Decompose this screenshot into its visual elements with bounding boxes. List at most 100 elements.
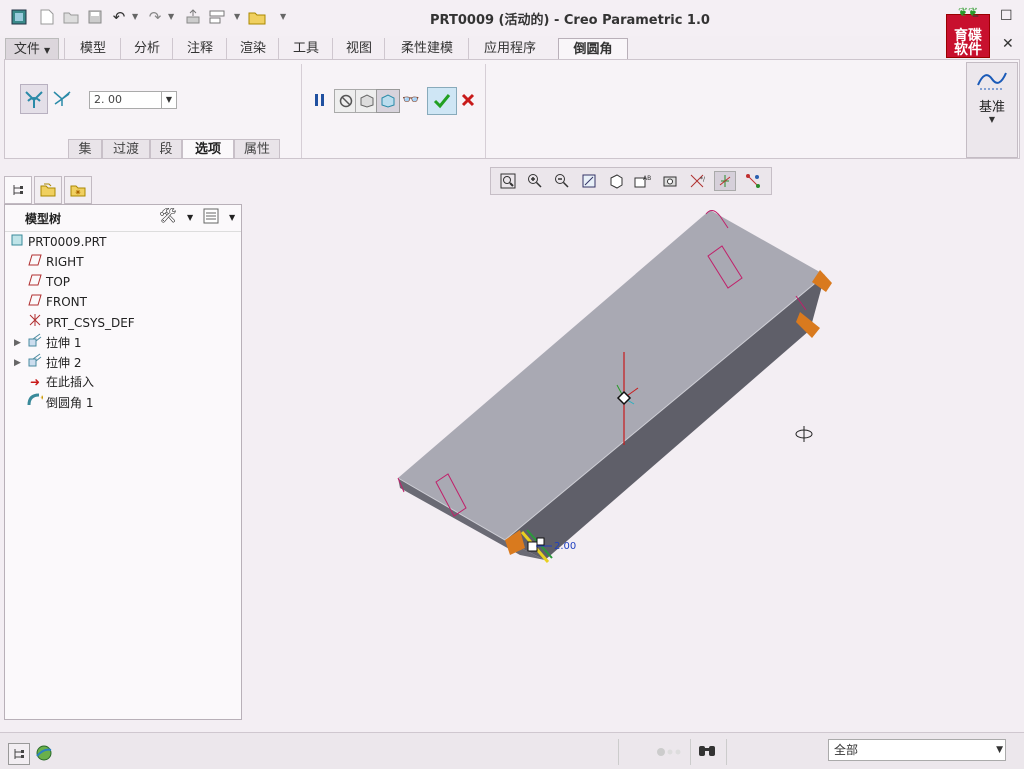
folder-browser-tab-icon[interactable]	[34, 176, 62, 204]
refit-icon[interactable]	[497, 171, 519, 191]
datum-plane-icon	[27, 253, 43, 271]
view-manager-icon[interactable]	[659, 171, 681, 191]
tree-item-extrude-1[interactable]: 拉伸 1	[27, 333, 81, 351]
subtab-sets[interactable]: 集	[68, 139, 102, 159]
model-tree-title: 模型树	[25, 212, 62, 226]
undo-dropdown-icon[interactable]: ▼	[132, 12, 138, 21]
expand-arrow-icon[interactable]: ▶	[14, 338, 21, 348]
graphics-viewport[interactable]: 2.00	[245, 200, 1020, 728]
tree-settings-icon[interactable]: 🛠	[159, 208, 177, 224]
windows-dropdown-icon[interactable]: ▼	[234, 12, 240, 21]
tree-item-label: PRT_CSYS_DEF	[46, 316, 135, 330]
tree-columns-icon[interactable]	[203, 208, 219, 227]
redo-dropdown-icon[interactable]: ▼	[168, 12, 174, 21]
tree-item-csys[interactable]: PRT_CSYS_DEF	[27, 313, 135, 331]
radius-drag-handle[interactable]	[536, 537, 545, 546]
chevron-down-icon[interactable]: ▼	[229, 213, 235, 222]
model-tree-tab-icon[interactable]	[4, 176, 32, 204]
tree-item-insert-here[interactable]: ➜ 在此插入	[27, 373, 94, 391]
radius-dimension-label[interactable]: 2.00	[554, 541, 576, 552]
windows-icon[interactable]	[208, 8, 226, 26]
glasses-preview-icon[interactable]: 👓	[400, 89, 422, 111]
save-icon[interactable]	[86, 8, 104, 26]
tree-item-label: 在此插入	[46, 375, 95, 389]
tab-round[interactable]: 倒圆角	[558, 38, 628, 61]
repaint-icon[interactable]	[578, 171, 600, 191]
tree-item-extrude-2[interactable]: 拉伸 2	[27, 353, 81, 371]
zoom-in-icon[interactable]	[524, 171, 546, 191]
divider	[485, 64, 486, 158]
datum-display-filters-icon[interactable]: */	[687, 171, 709, 191]
chevron-down-icon[interactable]: ▼	[187, 213, 193, 222]
chevron-down-icon[interactable]: ▼	[996, 740, 1003, 760]
subtab-properties[interactable]: 属性	[234, 139, 280, 159]
verify-preview-icon[interactable]	[376, 89, 400, 113]
saved-orientations-icon[interactable]: AB	[632, 171, 654, 191]
tree-item-part[interactable]: PRT0009.PRT	[9, 233, 106, 251]
extrude-icon	[27, 333, 43, 352]
tree-item-right[interactable]: RIGHT	[27, 253, 84, 271]
selection-filter-value: 全部	[834, 743, 859, 757]
favorites-tab-icon[interactable]: ✷	[64, 176, 92, 204]
annotation-display-icon[interactable]	[742, 171, 764, 191]
tab-applications[interactable]: 应用程序	[468, 38, 551, 59]
tab-annotate[interactable]: 注释	[172, 38, 227, 59]
csys-icon	[27, 313, 43, 332]
extrude-icon	[27, 353, 43, 372]
cancel-icon[interactable]	[457, 89, 479, 111]
selection-filter-select[interactable]: 全部 ▼	[828, 739, 1006, 761]
tab-tools[interactable]: 工具	[278, 38, 333, 59]
navigator-toggle-icon[interactable]	[8, 743, 30, 765]
tree-item-label: 倒圆角 1	[46, 396, 94, 410]
customize-toolbar-icon[interactable]: ▼	[280, 12, 286, 21]
find-icon[interactable]	[698, 742, 716, 762]
tree-item-front[interactable]: FRONT	[27, 293, 87, 311]
subtab-transitions[interactable]: 过渡	[102, 139, 150, 159]
transition-mode-icon[interactable]	[49, 84, 75, 112]
minimize-icon[interactable]: –	[972, 8, 979, 24]
tab-model[interactable]: 模型	[64, 38, 121, 59]
tab-analysis[interactable]: 分析	[120, 38, 173, 59]
svg-text:AB: AB	[643, 175, 651, 182]
tab-render[interactable]: 渲染	[226, 38, 279, 59]
undo-icon[interactable]: ↶	[110, 8, 128, 26]
subtab-pieces[interactable]: 段	[150, 139, 182, 159]
tab-file-label: 文件	[13, 42, 40, 57]
browser-toggle-icon[interactable]	[34, 743, 54, 763]
round-icon: ✷	[27, 393, 46, 412]
divider	[301, 64, 302, 158]
model-tree-header: 模型树 🛠 ▼ ▼	[5, 205, 241, 232]
model-tree-panel: 模型树 🛠 ▼ ▼ PRT0009.PRT RIGHT TOP FRONT PR…	[4, 204, 242, 720]
tree-item-round-1[interactable]: ✷ 倒圆角 1	[27, 393, 93, 411]
datum-label: 基准	[978, 100, 1005, 115]
confirm-checkmark-icon[interactable]	[427, 87, 457, 115]
app-icon[interactable]	[10, 8, 28, 26]
radius-drag-handle[interactable]	[527, 541, 538, 552]
svg-text:✷: ✷	[40, 394, 43, 402]
tab-flexible-modeling[interactable]: 柔性建模	[384, 38, 469, 59]
tab-view[interactable]: 视图	[332, 38, 385, 59]
open-file-icon[interactable]	[62, 8, 80, 26]
maximize-icon[interactable]: ☐	[1000, 8, 1013, 24]
new-file-icon[interactable]	[38, 8, 56, 26]
regenerate-icon[interactable]	[184, 8, 202, 26]
redo-icon[interactable]: ↷	[146, 8, 164, 26]
expand-arrow-icon[interactable]: ▶	[14, 358, 21, 368]
tree-item-top[interactable]: TOP	[27, 273, 70, 291]
radius-input[interactable]: 2. 00 ▼	[89, 91, 177, 109]
tree-item-label: PRT0009.PRT	[28, 235, 107, 249]
round-set-mode-icon[interactable]	[20, 84, 48, 114]
radius-value: 2. 00	[94, 93, 122, 106]
datum-button[interactable]: 基准 ▼	[966, 62, 1018, 158]
pause-icon[interactable]	[309, 89, 331, 111]
close-window-icon[interactable]	[248, 8, 266, 26]
subtab-options[interactable]: 选项	[182, 139, 234, 159]
zoom-out-icon[interactable]	[551, 171, 573, 191]
insert-here-arrow-icon: ➜	[29, 375, 41, 389]
chevron-down-icon[interactable]: ▼	[161, 92, 176, 108]
datum-plane-icon	[27, 273, 43, 291]
tree-item-label: RIGHT	[46, 255, 84, 269]
tab-file[interactable]: 文件 ▼	[5, 38, 59, 61]
display-style-icon[interactable]	[605, 171, 627, 191]
spin-center-icon[interactable]	[714, 171, 736, 191]
